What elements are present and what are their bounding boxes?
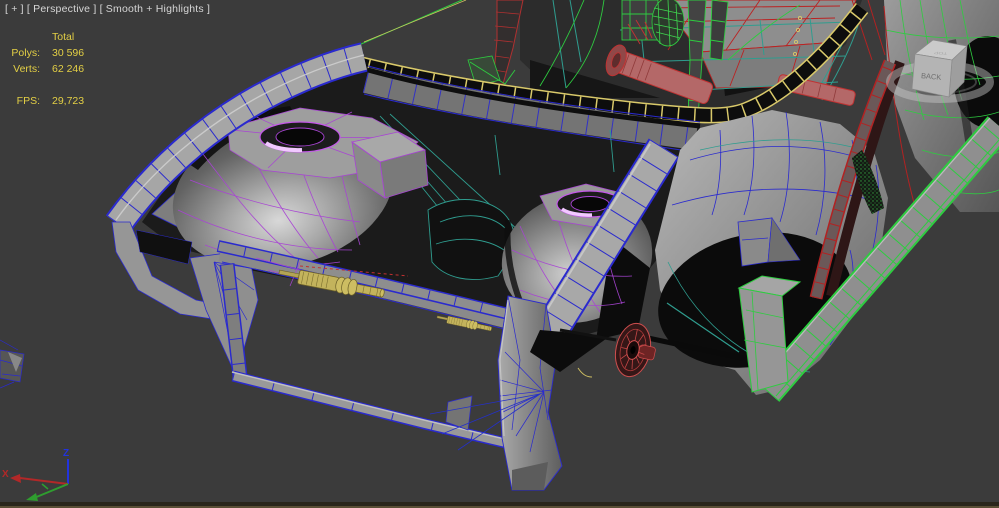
- axis-x-label: X: [2, 469, 9, 480]
- viewport[interactable]: BACK TOP Z X [ + ] [ Perspective ] [ Smo…: [0, 0, 999, 508]
- coil-spring[interactable]: [651, 0, 685, 47]
- bottom-border: [0, 502, 999, 508]
- scene-svg[interactable]: BACK TOP Z X: [0, 0, 999, 508]
- viewport-label[interactable]: [ + ] [ Perspective ] [ Smooth + Highlig…: [5, 3, 210, 15]
- viewcube-front-label[interactable]: BACK: [921, 71, 942, 82]
- axis-z-label: Z: [63, 448, 69, 459]
